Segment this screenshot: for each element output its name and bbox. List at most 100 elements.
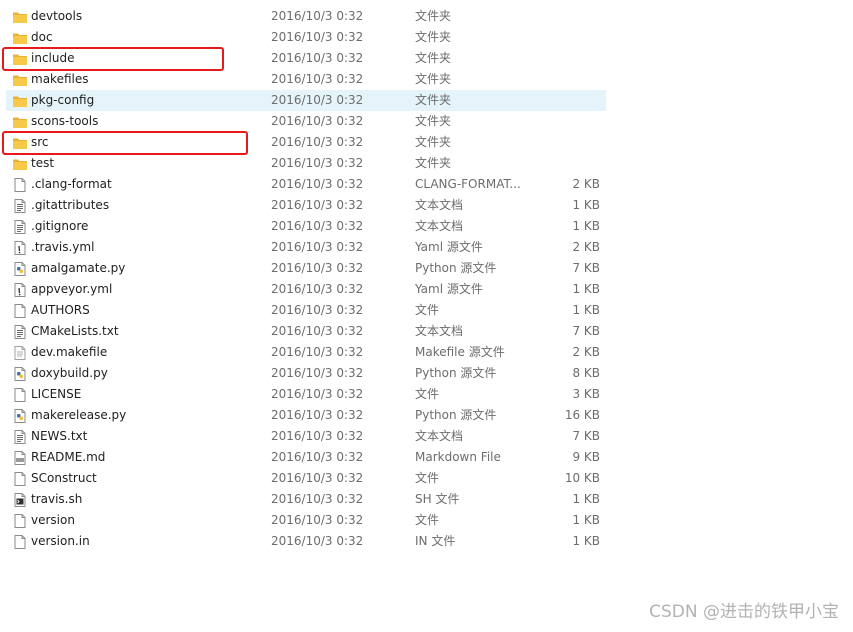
file-row-sconstruct[interactable]: SConstruct 2016/10/3 0:32 文件 10 KB (6, 468, 606, 489)
file-type: 文件夹 (415, 72, 452, 86)
blank-file-icon (12, 387, 28, 403)
file-name: devtools (31, 9, 83, 23)
file-date-modified: 2016/10/3 0:32 (271, 219, 364, 233)
file-size: 7 KB (572, 324, 600, 338)
file-name: .clang-format (31, 177, 112, 191)
yaml-file-icon (12, 240, 28, 256)
file-name: doxybuild.py (31, 366, 108, 380)
file-type: Yaml 源文件 (415, 282, 483, 296)
file-row-gitattributes[interactable]: .gitattributes 2016/10/3 0:32 文本文档 1 KB (6, 195, 606, 216)
file-size: 1 KB (572, 282, 600, 296)
file-name: LICENSE (31, 387, 82, 401)
file-row-travis-sh[interactable]: travis.sh 2016/10/3 0:32 SH 文件 1 KB (6, 489, 606, 510)
file-name: version.in (31, 534, 90, 548)
file-size: 2 KB (572, 240, 600, 254)
file-type: Markdown File (415, 450, 501, 464)
file-size: 9 KB (572, 450, 600, 464)
file-row-amalgamate-py[interactable]: amalgamate.py 2016/10/3 0:32 Python 源文件 7 K… (6, 258, 606, 279)
file-list: devtools 2016/10/3 0:32 文件夹 doc 2016/10/3 0:… (2, 6, 606, 552)
file-name: dev.makefile (31, 345, 108, 359)
file-row-devtools[interactable]: devtools 2016/10/3 0:32 文件夹 (6, 6, 606, 27)
file-row-license[interactable]: LICENSE 2016/10/3 0:32 文件 3 KB (6, 384, 606, 405)
file-type: 文件 (415, 471, 440, 485)
folder-icon (12, 114, 28, 130)
file-row-doxybuild-py[interactable]: doxybuild.py 2016/10/3 0:32 Python 源文件 8 KB (6, 363, 606, 384)
file-date-modified: 2016/10/3 0:32 (271, 471, 364, 485)
file-type: Yaml 源文件 (415, 240, 483, 254)
file-type: 文件夹 (415, 30, 452, 44)
file-name: src (31, 135, 49, 149)
blank-file-icon (12, 534, 28, 550)
file-size: 3 KB (572, 387, 600, 401)
file-row-makerelease-py[interactable]: makerelease.py 2016/10/3 0:32 Python 源文件 16… (6, 405, 606, 426)
file-date-modified: 2016/10/3 0:32 (271, 492, 364, 506)
file-name: README.md (31, 450, 106, 464)
file-date-modified: 2016/10/3 0:32 (271, 513, 364, 527)
file-name: .gitattributes (31, 198, 110, 212)
file-date-modified: 2016/10/3 0:32 (271, 177, 364, 191)
file-row-dev-makefile[interactable]: dev.makefile 2016/10/3 0:32 Makefile 源文件 2 … (6, 342, 606, 363)
file-type: 文本文档 (415, 324, 464, 338)
file-type: 文件 (415, 303, 440, 317)
file-name: appveyor.yml (31, 282, 113, 296)
file-row-version[interactable]: version 2016/10/3 0:32 文件 1 KB (6, 510, 606, 531)
file-type: 文件夹 (415, 93, 452, 107)
folder-icon (12, 51, 28, 67)
file-row-gitignore[interactable]: .gitignore 2016/10/3 0:32 文本文档 1 KB (6, 216, 606, 237)
file-row-authors[interactable]: AUTHORS 2016/10/3 0:32 文件 1 KB (6, 300, 606, 321)
file-size: 2 KB (572, 177, 600, 191)
file-row-scons-tools[interactable]: scons-tools 2016/10/3 0:32 文件夹 (6, 111, 606, 132)
file-row-doc[interactable]: doc 2016/10/3 0:32 文件夹 (6, 27, 606, 48)
file-size: 2 KB (572, 345, 600, 359)
file-date-modified: 2016/10/3 0:32 (271, 93, 364, 107)
file-type: 文件夹 (415, 135, 452, 149)
file-row-cmakelists-txt[interactable]: CMakeLists.txt 2016/10/3 0:32 文本文档 7 KB (6, 321, 606, 342)
file-date-modified: 2016/10/3 0:32 (271, 450, 364, 464)
file-size: 1 KB (572, 198, 600, 212)
file-date-modified: 2016/10/3 0:32 (271, 9, 364, 23)
file-type: Makefile 源文件 (415, 345, 505, 359)
file-name: test (31, 156, 55, 170)
file-date-modified: 2016/10/3 0:32 (271, 345, 364, 359)
file-size: 1 KB (572, 534, 600, 548)
file-date-modified: 2016/10/3 0:32 (271, 408, 364, 422)
file-size: 1 KB (572, 219, 600, 233)
file-row-news-txt[interactable]: NEWS.txt 2016/10/3 0:32 文本文档 7 KB (6, 426, 606, 447)
file-size: 1 KB (572, 303, 600, 317)
file-row-version-in[interactable]: version.in 2016/10/3 0:32 IN 文件 1 KB (6, 531, 606, 552)
file-date-modified: 2016/10/3 0:32 (271, 30, 364, 44)
file-row-travis-yml[interactable]: .travis.yml 2016/10/3 0:32 Yaml 源文件 2 KB (6, 237, 606, 258)
file-row-appveyor-yml[interactable]: appveyor.yml 2016/10/3 0:32 Yaml 源文件 1 KB (6, 279, 606, 300)
file-name: pkg-config (31, 93, 95, 107)
file-type: 文件 (415, 513, 440, 527)
file-type: Python 源文件 (415, 408, 497, 422)
file-type: 文件 (415, 387, 440, 401)
file-row-makefiles[interactable]: makefiles 2016/10/3 0:32 文件夹 (6, 69, 606, 90)
file-name: SConstruct (31, 471, 97, 485)
file-name: include (31, 51, 75, 65)
file-name: CMakeLists.txt (31, 324, 119, 338)
file-row-include[interactable]: include 2016/10/3 0:32 文件夹 (2, 47, 606, 71)
file-row-clang-format[interactable]: .clang-format 2016/10/3 0:32 CLANG-FORMAT.… (6, 174, 606, 195)
file-type: CLANG-FORMAT... (415, 177, 521, 191)
python-file-icon (12, 408, 28, 424)
file-size: 1 KB (572, 492, 600, 506)
file-name: doc (31, 30, 53, 44)
file-size: 16 KB (564, 408, 600, 422)
file-explorer: devtools 2016/10/3 0:32 文件夹 doc 2016/10/3 0:… (0, 0, 853, 632)
csdn-watermark: CSDN @进击的铁甲小宝 (649, 602, 839, 622)
file-size: 1 KB (572, 513, 600, 527)
file-type: IN 文件 (415, 534, 456, 548)
file-row-src[interactable]: src 2016/10/3 0:32 文件夹 (2, 131, 606, 155)
file-row-readme-md[interactable]: README.md 2016/10/3 0:32 Markdown File 9 KB (6, 447, 606, 468)
text-file-icon (12, 429, 28, 445)
file-date-modified: 2016/10/3 0:32 (271, 114, 364, 128)
file-name: travis.sh (31, 492, 83, 506)
file-type: Python 源文件 (415, 261, 497, 275)
markdown-file-icon (12, 450, 28, 466)
file-row-pkg-config[interactable]: pkg-config 2016/10/3 0:32 文件夹 (6, 90, 606, 111)
file-row-test[interactable]: test 2016/10/3 0:32 文件夹 (6, 153, 606, 174)
python-file-icon (12, 366, 28, 382)
yaml-file-icon (12, 282, 28, 298)
file-name: scons-tools (31, 114, 99, 128)
